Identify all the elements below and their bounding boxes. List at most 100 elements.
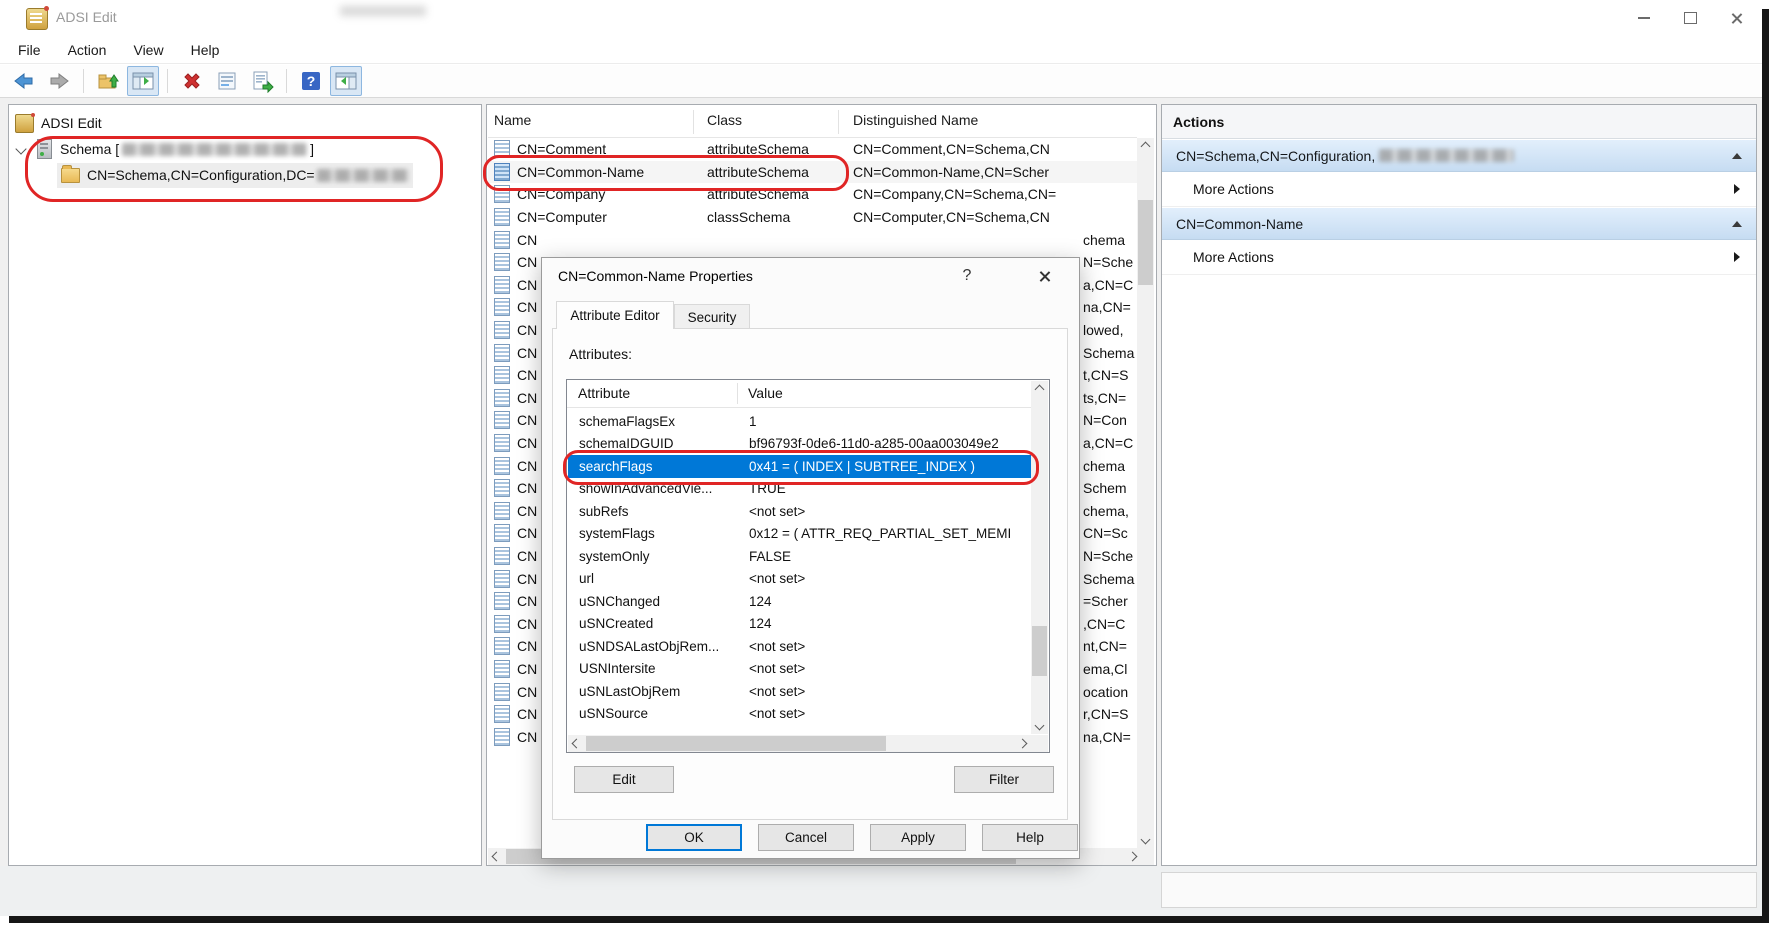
attribute-value: 124 bbox=[749, 594, 772, 609]
list-cell-name-fragment: CN bbox=[517, 661, 537, 677]
help-button[interactable]: ? bbox=[295, 66, 327, 96]
help-icon: ? bbox=[299, 69, 323, 93]
attribute-row[interactable]: schemaFlagsEx1 bbox=[568, 410, 1031, 433]
show-console-tree-button[interactable] bbox=[127, 66, 159, 96]
list-cell-name-fragment: CN bbox=[517, 684, 537, 700]
action-section-header[interactable]: CN=Common-Name bbox=[1162, 207, 1756, 240]
cancel-button[interactable]: Cancel bbox=[758, 824, 854, 851]
attribute-name: USNIntersite bbox=[579, 661, 656, 676]
attribute-row[interactable]: systemFlags0x12 = ( ATTR_REQ_PARTIAL_SET… bbox=[568, 523, 1031, 546]
vscroll-thumb[interactable] bbox=[1032, 626, 1047, 676]
list-cell-dn-fragment: N=Sche bbox=[1083, 254, 1133, 270]
attribute-name: uSNLastObjRem bbox=[579, 684, 680, 699]
forward-button[interactable] bbox=[43, 66, 75, 96]
action-section-header[interactable]: CN=Schema,CN=Configuration, bbox=[1162, 139, 1756, 172]
close-button[interactable] bbox=[1714, 4, 1758, 32]
edit-button[interactable]: Edit bbox=[574, 766, 674, 793]
column-divider[interactable] bbox=[838, 110, 839, 134]
attribute-row[interactable]: uSNSource<not set> bbox=[568, 703, 1031, 726]
list-cell-dn-fragment: na,CN= bbox=[1083, 299, 1131, 315]
scroll-down-icon[interactable] bbox=[1137, 831, 1154, 848]
attribute-value: <not set> bbox=[749, 639, 805, 654]
column-header-dn[interactable]: Distinguished Name bbox=[853, 112, 978, 128]
help-dialog-button[interactable]: Help bbox=[982, 824, 1078, 851]
scroll-up-icon[interactable] bbox=[1137, 138, 1154, 155]
column-divider[interactable] bbox=[737, 383, 738, 404]
more-actions-item[interactable]: More Actions bbox=[1162, 172, 1756, 207]
list-cell-dn-fragment: N=Con bbox=[1083, 412, 1127, 428]
attribute-row[interactable]: uSNDSALastObjRem...<not set> bbox=[568, 635, 1031, 658]
grid-hscrollbar[interactable] bbox=[568, 735, 1048, 752]
column-header-name[interactable]: Name bbox=[494, 112, 531, 128]
apply-button[interactable]: Apply bbox=[870, 824, 966, 851]
dialog-help-button[interactable]: ? bbox=[950, 262, 984, 290]
list-vscrollbar[interactable] bbox=[1137, 138, 1154, 848]
scroll-left-icon[interactable] bbox=[568, 735, 585, 752]
menu-item-action[interactable]: Action bbox=[68, 42, 107, 58]
back-button[interactable] bbox=[8, 66, 40, 96]
collapse-arrow-icon bbox=[1732, 221, 1742, 227]
filter-button[interactable]: Filter bbox=[954, 766, 1054, 793]
more-actions-item[interactable]: More Actions bbox=[1162, 240, 1756, 275]
list-cell-name-fragment: CN bbox=[517, 345, 537, 361]
schema-object-icon bbox=[494, 547, 510, 565]
attribute-row[interactable]: showInAdvancedVie...TRUE bbox=[568, 478, 1031, 501]
up-one-level-button[interactable] bbox=[92, 66, 124, 96]
attribute-value: 0x41 = ( INDEX | SUBTREE_INDEX ) bbox=[749, 459, 975, 474]
schema-object-icon bbox=[494, 457, 510, 475]
tree-node-schema[interactable]: Schema [ ] bbox=[17, 137, 314, 161]
list-cell-class: attributeSchema bbox=[707, 141, 809, 157]
list-row[interactable]: CN=CompanyattributeSchemaCN=Company,CN=S… bbox=[488, 183, 1137, 206]
scroll-left-icon[interactable] bbox=[488, 848, 505, 865]
tree-node-configuration[interactable]: CN=Schema,CN=Configuration,DC= bbox=[61, 163, 409, 187]
expander-chevron-icon[interactable] bbox=[15, 143, 26, 154]
tab-attribute-editor[interactable]: Attribute Editor bbox=[556, 301, 674, 329]
export-list-button[interactable] bbox=[246, 66, 278, 96]
vscroll-thumb[interactable] bbox=[1138, 200, 1153, 285]
maximize-button[interactable] bbox=[1668, 4, 1712, 32]
properties-button[interactable] bbox=[211, 66, 243, 96]
list-cell-dn-fragment: lowed, bbox=[1083, 322, 1123, 338]
list-row[interactable]: CN=CommentattributeSchemaCN=Comment,CN=S… bbox=[488, 138, 1137, 161]
scroll-right-icon[interactable] bbox=[1124, 848, 1141, 865]
attribute-row[interactable]: uSNCreated124 bbox=[568, 613, 1031, 636]
scroll-up-icon[interactable] bbox=[1031, 381, 1048, 398]
grid-col-value[interactable]: Value bbox=[748, 385, 783, 401]
attribute-name: uSNCreated bbox=[579, 616, 653, 631]
attribute-value: bf96793f-0de6-11d0-a285-00aa003049e2 bbox=[749, 436, 999, 451]
attribute-row[interactable]: url<not set> bbox=[568, 568, 1031, 591]
dialog-close-button[interactable] bbox=[1020, 262, 1068, 290]
attribute-row[interactable]: uSNChanged124 bbox=[568, 590, 1031, 613]
scroll-down-icon[interactable] bbox=[1031, 717, 1048, 734]
list-row-occluded[interactable]: CNchema bbox=[488, 228, 1137, 251]
redacted-text bbox=[317, 169, 409, 182]
hscroll-thumb[interactable] bbox=[586, 736, 886, 751]
menu-item-help[interactable]: Help bbox=[191, 42, 220, 58]
column-header-class[interactable]: Class bbox=[707, 112, 742, 128]
ok-button[interactable]: OK bbox=[646, 824, 742, 851]
list-cell-name-fragment: CN bbox=[517, 322, 537, 338]
attribute-row[interactable]: USNIntersite<not set> bbox=[568, 658, 1031, 681]
show-action-pane-button[interactable] bbox=[330, 66, 362, 96]
schema-object-icon bbox=[494, 683, 510, 701]
menu-item-view[interactable]: View bbox=[133, 42, 163, 58]
grid-vscrollbar[interactable] bbox=[1031, 381, 1048, 734]
delete-button[interactable] bbox=[176, 66, 208, 96]
attribute-row[interactable]: uSNLastObjRem<not set> bbox=[568, 680, 1031, 703]
list-cell-name-fragment: CN bbox=[517, 616, 537, 632]
collapse-arrow-icon bbox=[1732, 153, 1742, 159]
minimize-button[interactable] bbox=[1622, 4, 1666, 32]
list-row[interactable]: CN=Common-NameattributeSchemaCN=Common-N… bbox=[488, 161, 1137, 184]
attribute-row[interactable]: schemaIDGUID bf96793f-0de6-11d0-a285-00aa… bbox=[568, 433, 1031, 456]
attribute-row[interactable]: searchFlags0x41 = ( INDEX | SUBTREE_INDE… bbox=[568, 455, 1031, 478]
attribute-name: schemaIDGUID bbox=[579, 436, 674, 451]
scroll-right-icon[interactable] bbox=[1014, 735, 1031, 752]
attribute-row[interactable]: systemOnlyFALSE bbox=[568, 545, 1031, 568]
menu-item-file[interactable]: File bbox=[18, 42, 41, 58]
attribute-row[interactable]: subRefs<not set> bbox=[568, 500, 1031, 523]
list-row[interactable]: CN=ComputerclassSchemaCN=Computer,CN=Sch… bbox=[488, 206, 1137, 229]
grid-col-attribute[interactable]: Attribute bbox=[578, 385, 630, 401]
tab-security[interactable]: Security bbox=[674, 304, 750, 329]
tree-root-adsi-edit[interactable]: ADSI Edit bbox=[15, 111, 102, 135]
column-divider[interactable] bbox=[693, 110, 694, 134]
